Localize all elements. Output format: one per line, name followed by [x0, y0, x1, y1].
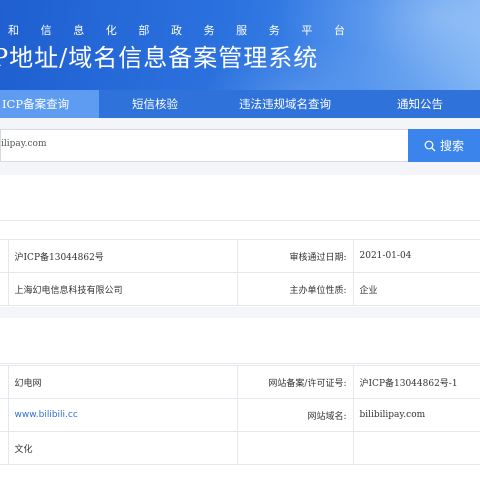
website-domain-value: bilibilipay.com	[352, 398, 480, 432]
table-row: 幻电网 网站备案/许可证号: 沪ICP备13044862号-1	[0, 365, 480, 399]
sponsor-section-header	[0, 175, 480, 221]
sponsor-info-table: 沪ICP备13044862号 审核通过日期: 2021-01-04 上海幻电信息…	[0, 239, 480, 306]
search-button-label: 搜索	[439, 139, 464, 153]
subtitle-char: 化	[105, 24, 117, 37]
subtitle-char: 务	[268, 24, 280, 37]
website-info-table: 幻电网 网站备案/许可证号: 沪ICP备13044862号-1 www.bili…	[0, 365, 480, 465]
subtitle-char: 和	[8, 24, 19, 37]
site-title: P地址/域名信息备案管理系统	[0, 44, 319, 72]
search-button[interactable]: 搜索	[408, 129, 480, 162]
search-bar: ilipay.com 搜索	[0, 129, 480, 162]
subtitle-char: 部	[138, 24, 150, 37]
main-nav: ICP备案查询 短信核验 违法违规域名查询 通知公告	[0, 90, 480, 118]
tab-sms-verify[interactable]: 短信核验	[110, 90, 200, 118]
table-row: 上海幻电信息科技有限公司 主办单位性质: 企业	[0, 272, 480, 306]
tab-icp-query[interactable]: ICP备案查询	[0, 90, 99, 118]
search-input[interactable]: ilipay.com	[0, 129, 408, 162]
content-type-value: 文化	[7, 431, 238, 465]
license-value: 沪ICP备13044862号	[7, 239, 238, 273]
website-name-value: 幻电网	[7, 365, 238, 399]
website-license-value: 沪ICP备13044862号-1	[352, 365, 480, 399]
sponsor-info-card: 沪ICP备13044862号 审核通过日期: 2021-01-04 上海幻电信息…	[0, 175, 480, 307]
website-section-header	[0, 318, 480, 364]
unit-nature-value: 企业	[352, 272, 480, 306]
subtitle-char: 息	[73, 24, 85, 37]
review-date-value: 2021-01-04	[352, 239, 480, 273]
website-license-label: 网站备案/许可证号:	[236, 365, 354, 399]
tab-notices[interactable]: 通知公告	[370, 90, 470, 118]
unit-name-value: 上海幻电信息科技有限公司	[7, 272, 238, 306]
subtitle-char: 服	[236, 24, 248, 37]
website-info-card: 幻电网 网站备案/许可证号: 沪ICP备13044862号-1 www.bili…	[0, 318, 480, 480]
review-date-label: 审核通过日期:	[236, 239, 354, 273]
subtitle-char: 平	[301, 24, 313, 37]
search-input-value: ilipay.com	[1, 139, 47, 149]
tab-illegal-domain-query[interactable]: 违法违规域名查询	[215, 90, 355, 118]
table-row: 文化	[0, 431, 480, 465]
subtitle-char: 台	[333, 24, 345, 37]
table-row: 沪ICP备13044862号 审核通过日期: 2021-01-04	[0, 239, 480, 273]
homepage-link[interactable]: www.bilibili.cc	[15, 410, 78, 420]
website-domain-label: 网站域名:	[236, 398, 354, 432]
unit-nature-label: 主办单位性质:	[236, 272, 354, 306]
subtitle-char: 务	[203, 24, 215, 37]
table-row: www.bilibili.cc 网站域名: bilibilipay.com	[0, 398, 480, 432]
subtitle-char: 信	[40, 24, 52, 37]
subtitle-char: 政	[170, 24, 182, 37]
site-subtitle: 和 信 息 化 部 政 务 服 务 平 台	[0, 22, 345, 37]
header-banner: 和 信 息 化 部 政 务 服 务 平 台 P地址/域名信息备案管理系统	[0, 0, 480, 90]
search-icon	[424, 140, 436, 151]
